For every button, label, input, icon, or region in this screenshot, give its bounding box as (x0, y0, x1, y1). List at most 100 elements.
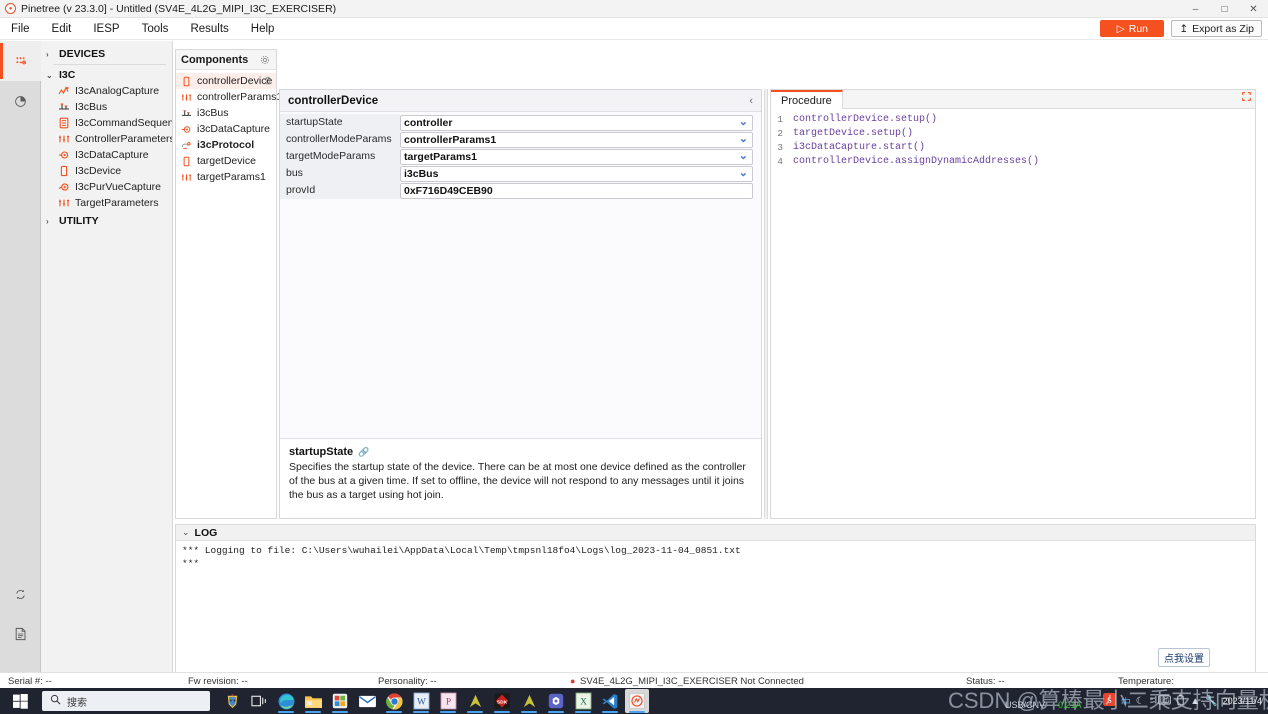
property-value-dropdown[interactable]: targetParams1 ⌄ (400, 148, 753, 165)
rail-item-document[interactable] (0, 614, 41, 654)
component-item-targetparams1[interactable]: targetParams1 (176, 169, 276, 185)
property-label: provId (280, 182, 400, 199)
tree-group-devices[interactable]: › DEVICES (41, 46, 172, 62)
keyboard-icon[interactable] (1158, 694, 1172, 708)
acrobat-icon[interactable] (463, 689, 487, 713)
taskbar-search-box[interactable]: 搜索 (42, 691, 210, 711)
tree-item-i3cpurvuecapture[interactable]: I3cPurVueCapture (41, 179, 172, 195)
property-label: controllerModeParams (280, 131, 400, 148)
property-value-input[interactable]: 0xF716D49CEB90 (400, 182, 753, 199)
up-arrow-icon[interactable]: ▲ (1190, 696, 1200, 707)
svg-text:W: W (417, 698, 426, 708)
vertical-splitter[interactable] (764, 89, 768, 519)
tree-item-targetparameters[interactable]: TargetParameters (41, 195, 172, 211)
edge-icon[interactable] (274, 689, 298, 713)
sogou-icon[interactable]: S (1102, 693, 1116, 709)
tree-item-i3cdevice[interactable]: I3cDevice (41, 163, 172, 179)
chevron-down-icon[interactable]: ⌄ (739, 117, 748, 128)
line-number: 4 (777, 155, 783, 167)
run-button-label: Run (1128, 22, 1148, 35)
taskbar-search-placeholder: 搜索 (67, 697, 87, 709)
chevron-down-icon[interactable]: ⌄ (739, 168, 748, 179)
tree-group-utility[interactable]: › UTILITY (41, 213, 172, 229)
tab-procedure[interactable]: Procedure (771, 90, 843, 109)
close-button[interactable]: ✕ (1239, 0, 1268, 18)
menu-item-file[interactable]: File (0, 18, 41, 40)
run-button[interactable]: ▷ Run (1100, 20, 1165, 37)
toolbar-buttons: ▷ Run ↥ Export as Zip (1100, 20, 1262, 37)
excel-icon[interactable]: X (571, 689, 595, 713)
chevron-down-icon[interactable]: ⌄ (739, 134, 748, 145)
chevron-left-icon[interactable]: ‹ (749, 95, 753, 107)
log-header[interactable]: ⌄ LOG (176, 525, 1255, 541)
ime-cn-icon[interactable]: 中 (1121, 694, 1131, 709)
property-value-dropdown[interactable]: controllerParams1 ⌄ (400, 131, 753, 148)
property-value-dropdown[interactable]: i3cBus ⌄ (400, 165, 753, 182)
property-value-dropdown[interactable]: controller ⌄ (400, 114, 753, 131)
file-explorer-icon[interactable] (301, 689, 325, 713)
vscode-icon[interactable] (598, 689, 622, 713)
task-view-icon[interactable] (247, 689, 271, 713)
tree-item-i3canalogcapture[interactable]: I3cAnalogCapture (41, 83, 172, 99)
chrome-icon[interactable] (382, 689, 406, 713)
tree-item-i3cdatacapture[interactable]: I3cDataCapture (41, 147, 172, 163)
system-tray: S 中 ☾ ° ▲ 🔧 2023/11/4 (1102, 688, 1268, 714)
rail-item-refresh[interactable] (0, 574, 41, 614)
word-icon[interactable]: W (409, 689, 433, 713)
taskbar-clock[interactable]: 2023/11/4 (1223, 696, 1262, 706)
menu-item-results[interactable]: Results (179, 18, 239, 40)
mail-icon[interactable] (355, 689, 379, 713)
code-line: 2 targetDevice.setup() (771, 126, 1255, 140)
tree-item-i3ccommandsequence[interactable]: I3cCommandSequen... (41, 115, 172, 131)
gear-icon[interactable] (258, 53, 271, 66)
menu-item-edit[interactable]: Edit (41, 18, 83, 40)
property-row-provid: provId 0xF716D49CEB90 (280, 182, 761, 199)
degree-icon[interactable]: ° (1150, 696, 1154, 706)
protocol-icon (180, 139, 193, 152)
menu-item-tools[interactable]: Tools (131, 18, 180, 40)
acrobat2-icon[interactable] (517, 689, 541, 713)
procedure-code[interactable]: 1 controllerDevice.setup() 2 targetDevic… (771, 109, 1255, 168)
components-panel: Components controllerDevice controllerPa… (175, 49, 282, 519)
menu-item-help[interactable]: Help (240, 18, 286, 40)
upload-icon: ↥ (1179, 22, 1189, 35)
component-item-i3cbus[interactable]: i3cBus (176, 105, 276, 121)
microsoft-store-icon[interactable] (328, 689, 352, 713)
minimize-button[interactable]: – (1181, 0, 1210, 18)
rail-item-analytics[interactable] (0, 81, 41, 121)
delete-icon[interactable] (264, 76, 272, 87)
export-zip-button[interactable]: ↥ Export as Zip (1171, 20, 1262, 37)
egypt-mask-icon[interactable] (220, 689, 244, 713)
pinetree-logo-icon: ● (5, 3, 16, 14)
status-status: Status: -- (966, 676, 1005, 687)
sdk-icon[interactable]: SDK (490, 689, 514, 713)
code-text: controllerDevice.assignDynamicAddresses(… (793, 155, 1040, 167)
windows-start-icon[interactable] (0, 688, 40, 714)
maximize-button[interactable]: □ (1210, 0, 1239, 18)
component-item-label: i3cBus (197, 107, 229, 119)
property-value-text: controllerParams1 (404, 133, 497, 146)
component-item-controllerdevice[interactable]: controllerDevice (176, 73, 276, 89)
svg-text:S: S (1107, 696, 1112, 705)
component-item-controllerparams1[interactable]: controllerParams1 (176, 89, 282, 105)
teams-icon[interactable] (544, 689, 568, 713)
tree-item-i3cbus[interactable]: I3cBus (41, 99, 172, 115)
link-icon[interactable]: 🔗 (358, 447, 369, 457)
moon-icon[interactable]: ☾ (1136, 696, 1145, 707)
component-item-i3cdatacapture[interactable]: i3cDataCapture (176, 121, 276, 137)
tree-item-label: I3cDataCapture (75, 149, 149, 161)
tree-group-i3c[interactable]: ⌄ I3C (41, 67, 172, 83)
pinetree-icon[interactable] (625, 689, 649, 713)
wrench-icon[interactable]: 🔧 (1205, 696, 1217, 707)
property-description: startupState 🔗 Specifies the startup sta… (280, 438, 761, 518)
expand-icon[interactable] (1242, 92, 1251, 104)
component-item-targetdevice[interactable]: targetDevice (176, 153, 276, 169)
powerpoint-icon[interactable]: P (436, 689, 460, 713)
rail-item-i3c-exerciser[interactable] (0, 41, 41, 81)
battery-icon[interactable] (1176, 694, 1185, 709)
chevron-down-icon[interactable]: ⌄ (739, 151, 748, 162)
component-item-i3cprotocol[interactable]: i3cProtocol (176, 137, 276, 153)
tree-item-controllerparameters[interactable]: ControllerParameters (41, 131, 172, 147)
tree-item-label: I3cAnalogCapture (75, 85, 160, 97)
menu-item-iesp[interactable]: IESP (82, 18, 130, 40)
